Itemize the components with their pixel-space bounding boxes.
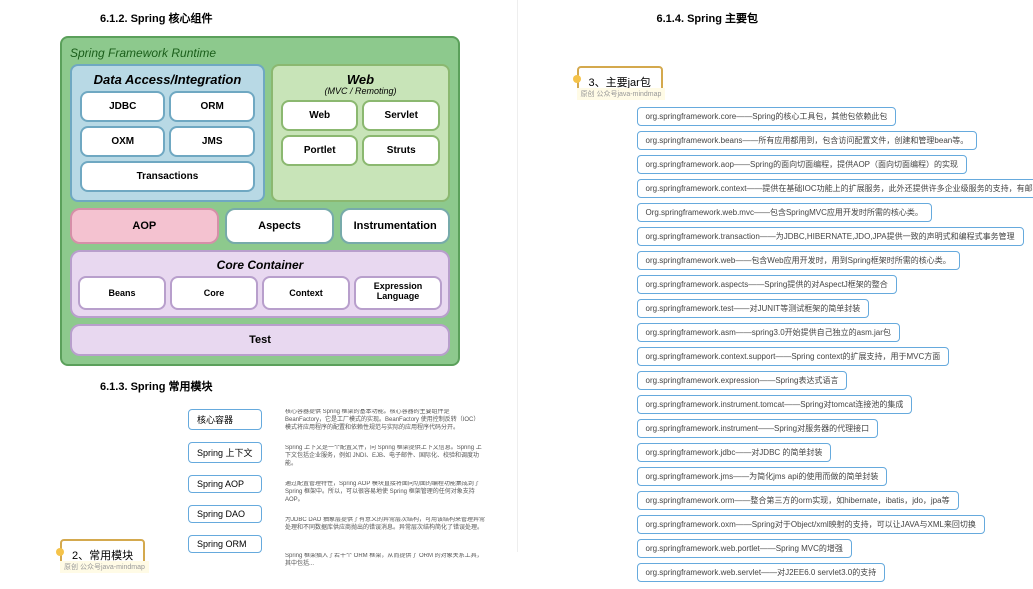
module-desc: 核心容器提供 Spring 框架的基本功能。核心容器的主要组件是 BeanFac…	[285, 409, 485, 437]
aop-box: AOP	[70, 208, 219, 244]
jar-item: org.springframework.core——Spring的核心工具包，其…	[637, 107, 897, 126]
sfr-title: Spring Framework Runtime	[70, 46, 450, 60]
heading-common-modules: 6.1.3. Spring 常用模块	[20, 378, 497, 394]
mindmap-caption-jars: 原创 公众号java-mindmap	[577, 88, 666, 100]
web-cell: Web	[281, 100, 359, 131]
web-box: Web (MVC / Remoting) Web Servlet Portlet…	[271, 64, 450, 202]
context-cell: Context	[262, 276, 350, 310]
jar-item: org.springframework.orm——整合第三方的orm实现，如hi…	[637, 491, 959, 510]
module-node: Spring DAO	[188, 505, 262, 523]
aspects-box: Aspects	[225, 208, 335, 244]
web-subtitle: (MVC / Remoting)	[281, 86, 440, 96]
jar-item: org.springframework.jms——为简化jms api的使用而做…	[637, 467, 888, 486]
module-node: Spring 上下文	[188, 442, 262, 463]
web-title: Web	[281, 72, 440, 87]
orm-cell: ORM	[169, 91, 254, 122]
jar-item: org.springframework.web.portlet——Spring …	[637, 539, 852, 558]
core-title: Core Container	[78, 258, 442, 272]
jar-item: org.springframework.transaction——为JDBC,H…	[637, 227, 1024, 246]
struts-cell: Struts	[362, 135, 440, 166]
jar-item: org.springframework.web.servlet——对J2EE6.…	[637, 563, 886, 582]
right-column: 6.1.4. Spring 主要包 3、主要jar包 原创 公众号java-mi…	[517, 0, 1033, 552]
module-node: Spring ORM	[188, 535, 262, 553]
jar-item: org.springframework.instrument.tomcat——S…	[637, 395, 913, 414]
left-column: 6.1.2. Spring 核心组件 Spring Framework Runt…	[0, 0, 517, 552]
jar-item: org.springframework.aspects——Spring提供的对A…	[637, 275, 897, 294]
heading-main-packages: 6.1.4. Spring 主要包	[537, 10, 1014, 26]
heading-core-components: 6.1.2. Spring 核心组件	[20, 10, 497, 26]
jms-cell: JMS	[169, 126, 254, 157]
module-desc: 为JDBC DAO 抽象层提供了有意义的异常层次结构，可用该结构来管理异常处理和…	[285, 517, 485, 545]
data-access-integration-box: Data Access/Integration JDBC ORM OXM JMS…	[70, 64, 265, 202]
jar-item: org.springframework.aop——Spring的面向切面编程，提…	[637, 155, 968, 174]
module-node: 核心容器	[188, 409, 262, 430]
test-box: Test	[70, 324, 450, 356]
jar-item: org.springframework.test——对JUNIT等测试框架的简单…	[637, 299, 870, 318]
transactions-cell: Transactions	[80, 161, 255, 192]
jar-item: org.springframework.beans——所有应用都用到，包含访问配…	[637, 131, 978, 150]
core-container-box: Core Container Beans Core Context Expres…	[70, 250, 450, 318]
module-desc: Spring 框架插入了若干个 ORM 框架，从而提供了 ORM 的对象关系工具…	[285, 553, 485, 581]
jar-item: Org.springframework.web.mvc——包含SpringMVC…	[637, 203, 932, 222]
dai-title: Data Access/Integration	[80, 72, 255, 87]
portlet-cell: Portlet	[281, 135, 359, 166]
jar-item: org.springframework.web——包含Web应用开发时，用到Sp…	[637, 251, 960, 270]
jar-item: org.springframework.jdbc——对JDBC 的简单封装	[637, 443, 832, 462]
beans-cell: Beans	[78, 276, 166, 310]
core-cell: Core	[170, 276, 258, 310]
instrumentation-box: Instrumentation	[340, 208, 450, 244]
jar-item: org.springframework.context.support——Spr…	[637, 347, 950, 366]
jar-item: org.springframework.expression——Spring表达…	[637, 371, 848, 390]
spring-framework-runtime: Spring Framework Runtime Data Access/Int…	[60, 36, 460, 366]
mindmap-caption: 原创 公众号java-mindmap	[60, 561, 149, 573]
jar-item: org.springframework.instrument——Spring对服…	[637, 419, 879, 438]
el-cell: Expression Language	[354, 276, 442, 310]
servlet-cell: Servlet	[362, 100, 440, 131]
jar-item: org.springframework.context——提供在基础IOC功能上…	[637, 179, 1033, 198]
module-desc: 通过配置管理特性，Spring AOP 模块直接将面向切面的编程功能集成到了 S…	[285, 481, 485, 509]
module-node: Spring AOP	[188, 475, 262, 493]
jar-item: org.springframework.asm——spring3.0开始提供自己…	[637, 323, 900, 342]
jdbc-cell: JDBC	[80, 91, 165, 122]
jar-item: org.springframework.oxm——Spring对于Object/…	[637, 515, 985, 534]
oxm-cell: OXM	[80, 126, 165, 157]
module-desc: Spring 上下文是一个配置文件，向 Spring 框架提供上下文信息。Spr…	[285, 445, 485, 473]
